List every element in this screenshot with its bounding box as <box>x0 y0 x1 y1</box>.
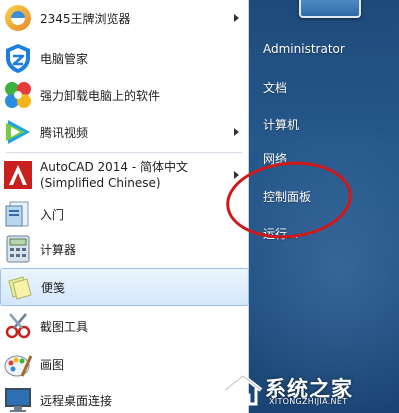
program-2345-browser[interactable]: 2345王牌浏览器 <box>0 2 249 34</box>
right-item-computer[interactable]: 计算机 <box>263 116 299 133</box>
program-label: 腾讯视频 <box>40 125 89 140</box>
program-label: 截图工具 <box>40 319 89 334</box>
right-item-user[interactable]: Administrator <box>263 42 345 56</box>
browser-2345-icon <box>5 5 31 31</box>
tencent-pc-manager-icon <box>6 44 30 73</box>
uninstaller-icon <box>5 82 31 108</box>
program-autocad[interactable]: AutoCAD 2014 - 简体中文 (Simplified Chinese) <box>0 155 249 195</box>
program-uninstaller[interactable]: 强力卸载电脑上的软件 <box>0 76 249 114</box>
program-calculator[interactable]: 计算器 <box>0 232 249 266</box>
program-label: 画图 <box>40 357 65 372</box>
program-label: AutoCAD 2014 - 简体中文 (Simplified Chinese) <box>40 159 188 191</box>
program-label: 远程桌面连接 <box>40 393 113 408</box>
program-label-line1: AutoCAD 2014 - 简体中文 <box>40 160 189 174</box>
program-label-line2: (Simplified Chinese) <box>40 176 161 190</box>
program-snipping-tool[interactable]: 截图工具 <box>0 308 249 344</box>
watermark-url: XITONGZHIJIA.NET <box>269 397 348 406</box>
submenu-arrow-icon <box>234 171 239 179</box>
sticky-notes-icon <box>8 276 32 300</box>
calculator-icon <box>6 235 30 263</box>
remote-desktop-icon <box>5 388 31 412</box>
program-label: 强力卸载电脑上的软件 <box>40 88 161 103</box>
program-label: 2345王牌浏览器 <box>40 11 131 26</box>
submenu-arrow-icon <box>234 128 239 136</box>
watermark: 系统之家 XITONGZHIJIA.NET <box>221 373 393 407</box>
program-list: 2345王牌浏览器 电脑管家 强力卸载电脑上的软件 腾讯视频 AutoCAD 2… <box>0 0 249 413</box>
program-paint[interactable]: 画图 <box>0 346 249 382</box>
start-menu: 2345王牌浏览器 电脑管家 强力卸载电脑上的软件 腾讯视频 AutoCAD 2… <box>0 0 399 413</box>
getting-started-icon <box>5 201 29 227</box>
program-label: 计算器 <box>40 242 77 257</box>
tencent-video-icon <box>6 120 30 144</box>
program-sticky-notes[interactable]: 便笺 <box>0 268 249 306</box>
program-label: 便笺 <box>41 280 66 295</box>
submenu-arrow-icon <box>234 14 239 22</box>
separator <box>6 152 242 153</box>
program-label: 电脑管家 <box>40 51 89 66</box>
house-logo-icon <box>223 374 263 406</box>
right-item-documents[interactable]: 文档 <box>263 79 287 96</box>
program-pc-manager[interactable]: 电脑管家 <box>0 40 249 76</box>
user-picture-avatar[interactable] <box>299 0 361 18</box>
program-getting-started[interactable]: 入门 <box>0 196 249 232</box>
program-label: 入门 <box>40 207 65 222</box>
autocad-icon <box>4 161 32 189</box>
snipping-tool-icon <box>5 313 31 339</box>
program-tencent-video[interactable]: 腾讯视频 <box>0 114 249 150</box>
program-remote-desktop[interactable]: 远程桌面连接 <box>0 384 249 413</box>
paint-icon <box>4 355 33 377</box>
